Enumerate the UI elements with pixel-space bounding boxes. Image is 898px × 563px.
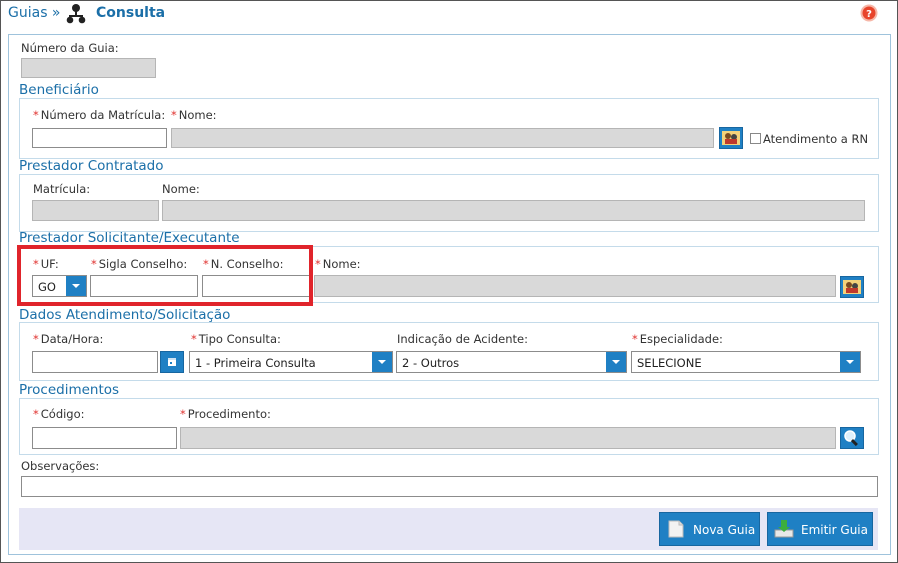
contratado-nome-label: Nome:	[162, 182, 200, 196]
data-hora-label: * Data/Hora:	[33, 332, 103, 346]
section-beneficiario: Beneficiário	[19, 82, 99, 98]
people-search-icon	[843, 280, 861, 294]
section-prestador-solicitante: Prestador Solicitante/Executante	[19, 230, 240, 246]
print-download-icon	[774, 520, 794, 538]
atendimento-rn-checkbox[interactable]	[750, 133, 761, 144]
section-procedimentos: Procedimentos	[19, 382, 120, 398]
search-solicitante-button[interactable]	[840, 276, 864, 298]
search-procedimento-button[interactable]	[840, 427, 864, 449]
required-marker: *	[632, 332, 638, 346]
nova-guia-button[interactable]: Nova Guia	[659, 512, 760, 546]
contratado-nome-input	[162, 200, 865, 221]
especialidade-value: SELECIONE	[637, 356, 702, 370]
breadcrumb-guias[interactable]: Guias »	[8, 5, 61, 21]
matricula-input[interactable]	[32, 128, 167, 148]
data-hora-label-text: Data/Hora:	[40, 332, 104, 346]
tipo-consulta-value: 1 - Primeira Consulta	[195, 356, 316, 370]
search-beneficiario-button[interactable]	[719, 127, 743, 149]
tipo-consulta-label-text: Tipo Consulta:	[198, 332, 281, 346]
nova-guia-label: Nova Guia	[693, 523, 756, 537]
required-marker: *	[33, 407, 39, 421]
observacoes-label: Observações:	[21, 459, 100, 473]
atendimento-rn-label: Atendimento a RN	[763, 132, 869, 146]
highlight-box	[17, 245, 313, 306]
matricula-label-text: Número da Matrícula:	[40, 108, 166, 122]
beneficiario-nome-input	[171, 128, 714, 148]
indicacao-acidente-label: Indicação de Acidente:	[397, 332, 528, 346]
procedimento-label: * Procedimento:	[180, 407, 271, 421]
codigo-label: * Código:	[33, 407, 85, 421]
search-icon	[844, 430, 858, 447]
especialidade-select[interactable]: SELECIONE	[631, 351, 861, 373]
section-prestador-contratado: Prestador Contratado	[19, 158, 164, 174]
section-dados-atendimento: Dados Atendimento/Solicitação	[19, 307, 231, 323]
required-marker: *	[191, 332, 197, 346]
required-marker: *	[33, 332, 39, 346]
procedimento-input	[180, 427, 836, 449]
emitir-guia-button[interactable]: Emitir Guia	[767, 512, 873, 546]
calendar-button[interactable]	[160, 351, 184, 373]
required-marker: *	[180, 407, 186, 421]
especialidade-label: * Especialidade:	[632, 332, 723, 346]
solicitante-nome-input	[314, 275, 836, 297]
chevron-down-icon	[372, 352, 392, 372]
new-document-icon	[668, 520, 684, 538]
solicitante-nome-label: * Nome:	[315, 257, 361, 271]
tipo-consulta-select[interactable]: 1 - Primeira Consulta	[189, 351, 393, 373]
svg-text:?: ?	[866, 9, 872, 20]
observacoes-input[interactable]	[21, 476, 878, 497]
org-chart-icon	[65, 3, 87, 25]
solicitante-nome-label-text: Nome:	[322, 257, 361, 271]
help-icon[interactable]: ?	[860, 4, 878, 22]
chevron-down-icon	[840, 352, 860, 372]
required-marker: *	[33, 108, 39, 122]
calendar-icon	[168, 358, 176, 366]
codigo-input[interactable]	[32, 427, 177, 449]
especialidade-label-text: Especialidade:	[639, 332, 723, 346]
procedimento-label-text: Procedimento:	[187, 407, 271, 421]
data-hora-input[interactable]	[32, 351, 158, 373]
beneficiario-nome-label-text: Nome:	[178, 108, 217, 122]
page-title: Consulta	[96, 5, 166, 21]
indicacao-acidente-select[interactable]: 2 - Outros	[396, 351, 627, 373]
indicacao-acidente-value: 2 - Outros	[402, 356, 460, 370]
numero-guia-input	[21, 58, 156, 78]
contratado-matricula-label: Matrícula:	[33, 182, 91, 196]
required-marker: *	[171, 108, 177, 122]
chevron-down-icon	[606, 352, 626, 372]
emitir-guia-label: Emitir Guia	[801, 523, 868, 537]
numero-guia-label: Número da Guia:	[21, 41, 119, 55]
people-search-icon	[722, 131, 740, 145]
matricula-label: * Número da Matrícula:	[33, 108, 165, 122]
required-marker: *	[315, 257, 321, 271]
tipo-consulta-label: * Tipo Consulta:	[191, 332, 281, 346]
contratado-matricula-input	[32, 200, 159, 221]
beneficiario-nome-label: * Nome:	[171, 108, 217, 122]
codigo-label-text: Código:	[40, 407, 85, 421]
